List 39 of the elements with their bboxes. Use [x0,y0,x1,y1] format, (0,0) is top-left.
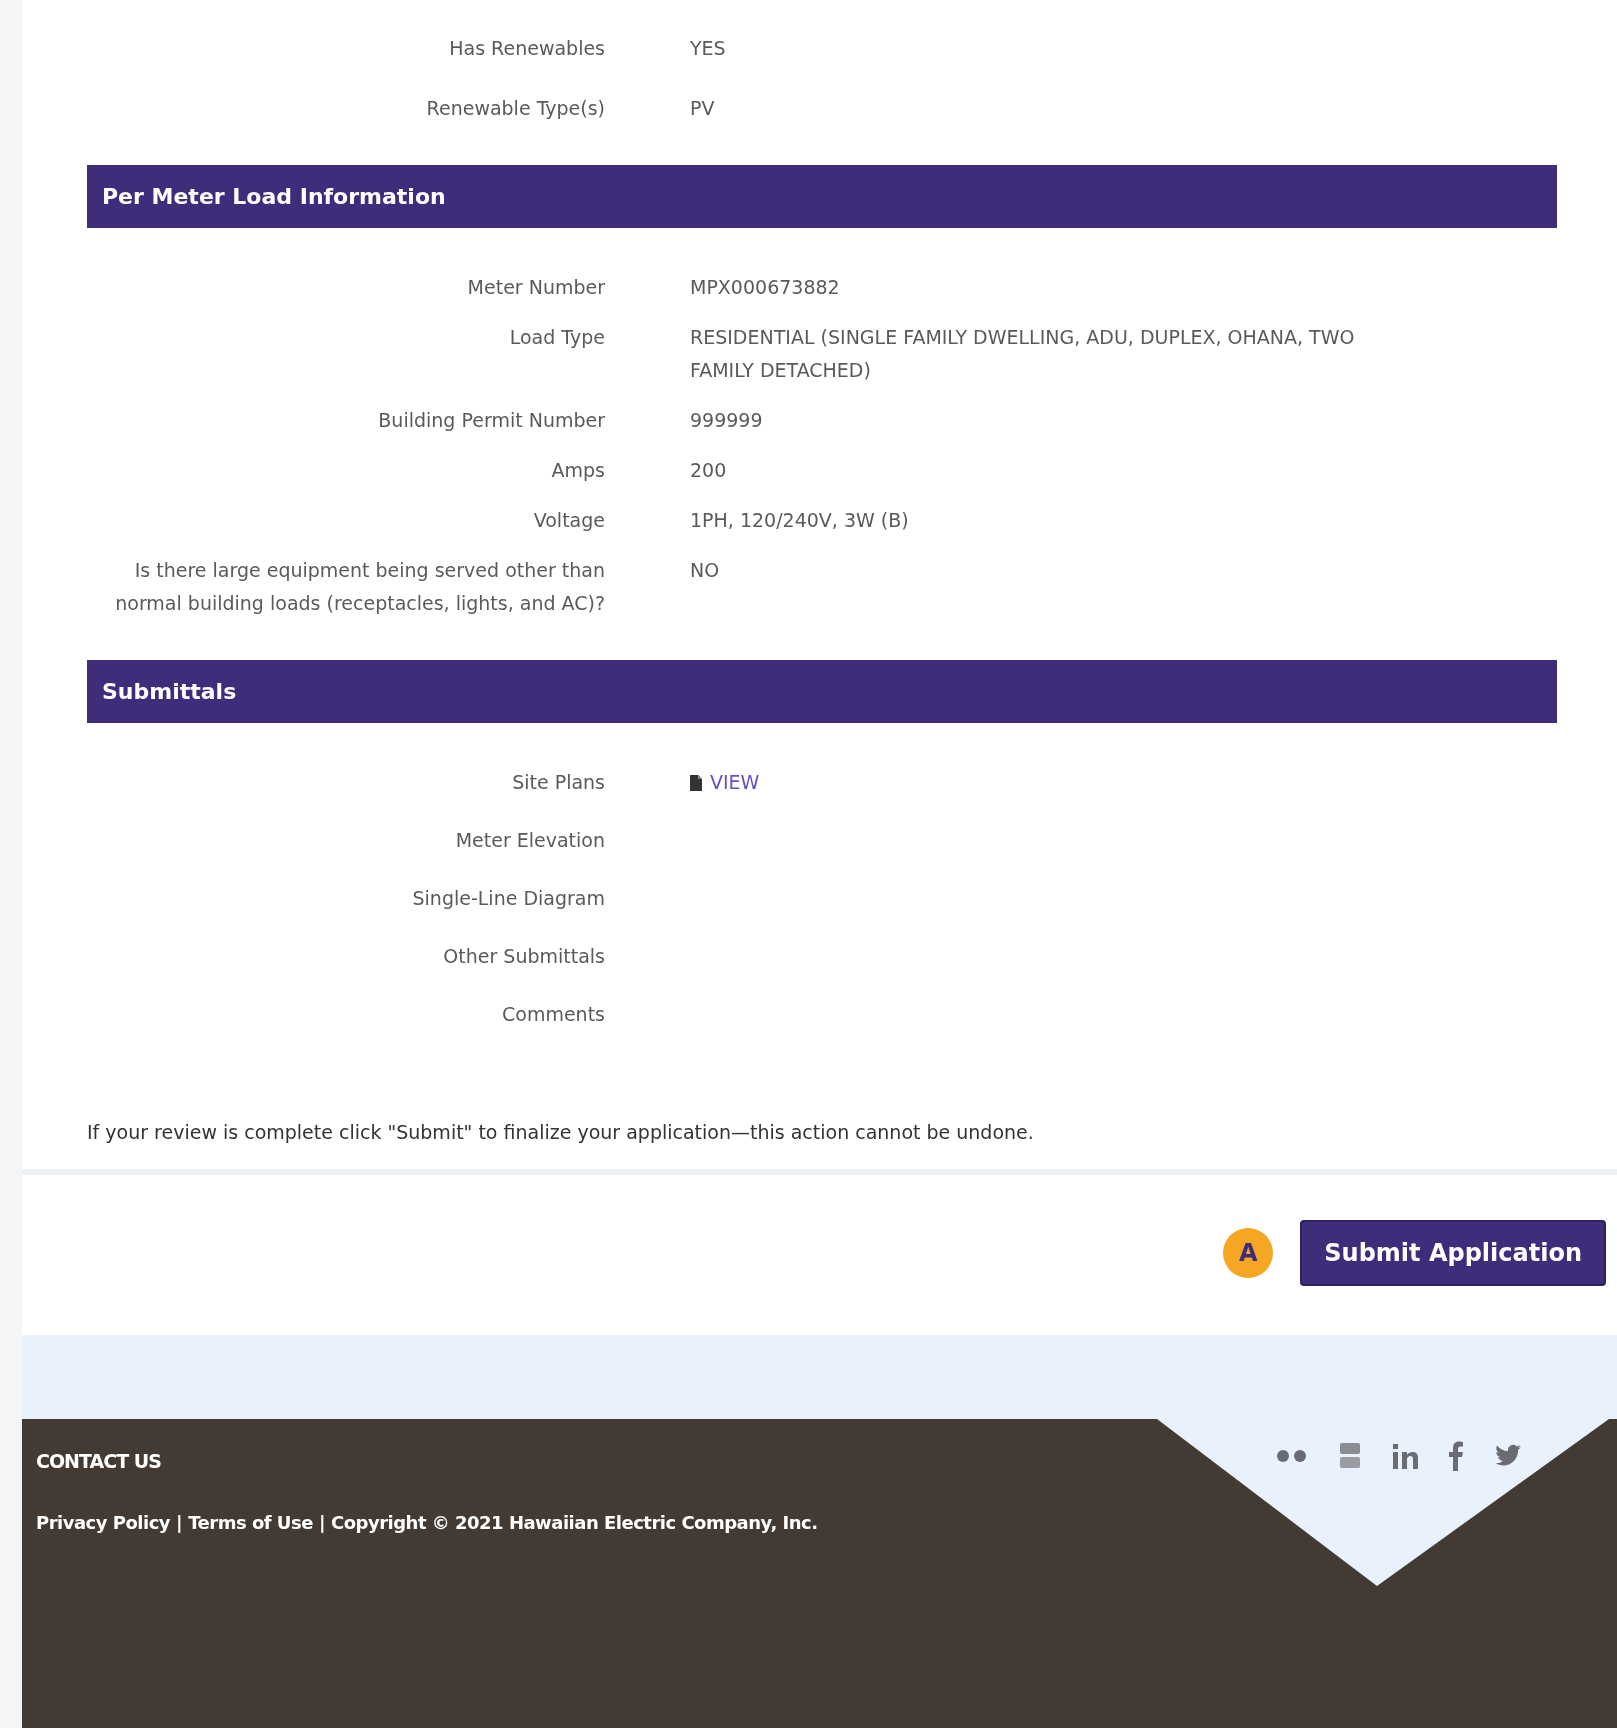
field-label: Building Permit Number [377,408,606,433]
submit-button[interactable]: Submit Application [1300,1219,1606,1286]
separator: | [176,1511,183,1535]
bird-icon[interactable] [1494,1443,1522,1468]
field-value: MPX000673882 [690,276,840,298]
review-note: If your review is complete click "Submit" to finalize your application—this action cannot be undone. [87,1120,1035,1145]
field-label: Site Plans [511,770,606,795]
footer-link[interactable]: Terms of Use [188,1509,313,1536]
field-value: 999999 [690,409,763,431]
video-icon[interactable] [1338,1441,1362,1470]
field-value: PV [690,97,715,119]
contact-heading: CONTACT US [36,1448,161,1474]
section-header: Submittals [87,660,1557,723]
section-header: Per Meter Load Information [87,165,1557,228]
field-label: Renewable Type(s) [425,96,606,121]
facebook-icon[interactable] [1448,1440,1464,1471]
field-value: NO [690,559,720,581]
field-label: Voltage [532,508,606,533]
file-icon [690,774,702,791]
copyright-text: Copyright © 2021 Hawaiian Electric Company, Inc. [330,1511,818,1535]
field-value: RESIDENTIAL (SINGLE FAMILY DWELLING, ADU, DUPLEX, OHANA, TWO FAMILY DETACHED) [690,326,1355,381]
field-label: Single-Line Diagram [411,886,606,911]
field-label: Is there large equipment being served other than normal building loads (receptacles, lights, and AC)? [114,558,606,616]
field-label: Meter Elevation [454,828,606,853]
field-label: Comments [501,1002,606,1027]
field-label: Load Type [508,325,606,350]
field-label: Meter Number [466,275,606,300]
dots-icon[interactable] [1276,1448,1308,1463]
field-label: Other Submittals [442,944,606,969]
field-label: Amps [550,458,606,483]
field-label: Has Renewables [448,36,606,61]
footer-link[interactable]: Privacy Policy [36,1509,171,1536]
field-value: YES [690,37,726,59]
linkedin-icon[interactable] [1392,1441,1418,1470]
view-link[interactable]: VIEW [710,766,760,799]
field-value: 200 [690,459,727,481]
field-value: 1PH, 120/240V, 3W (B) [690,509,909,531]
marker-badge: A [1223,1227,1274,1278]
separator: | [318,1511,325,1535]
